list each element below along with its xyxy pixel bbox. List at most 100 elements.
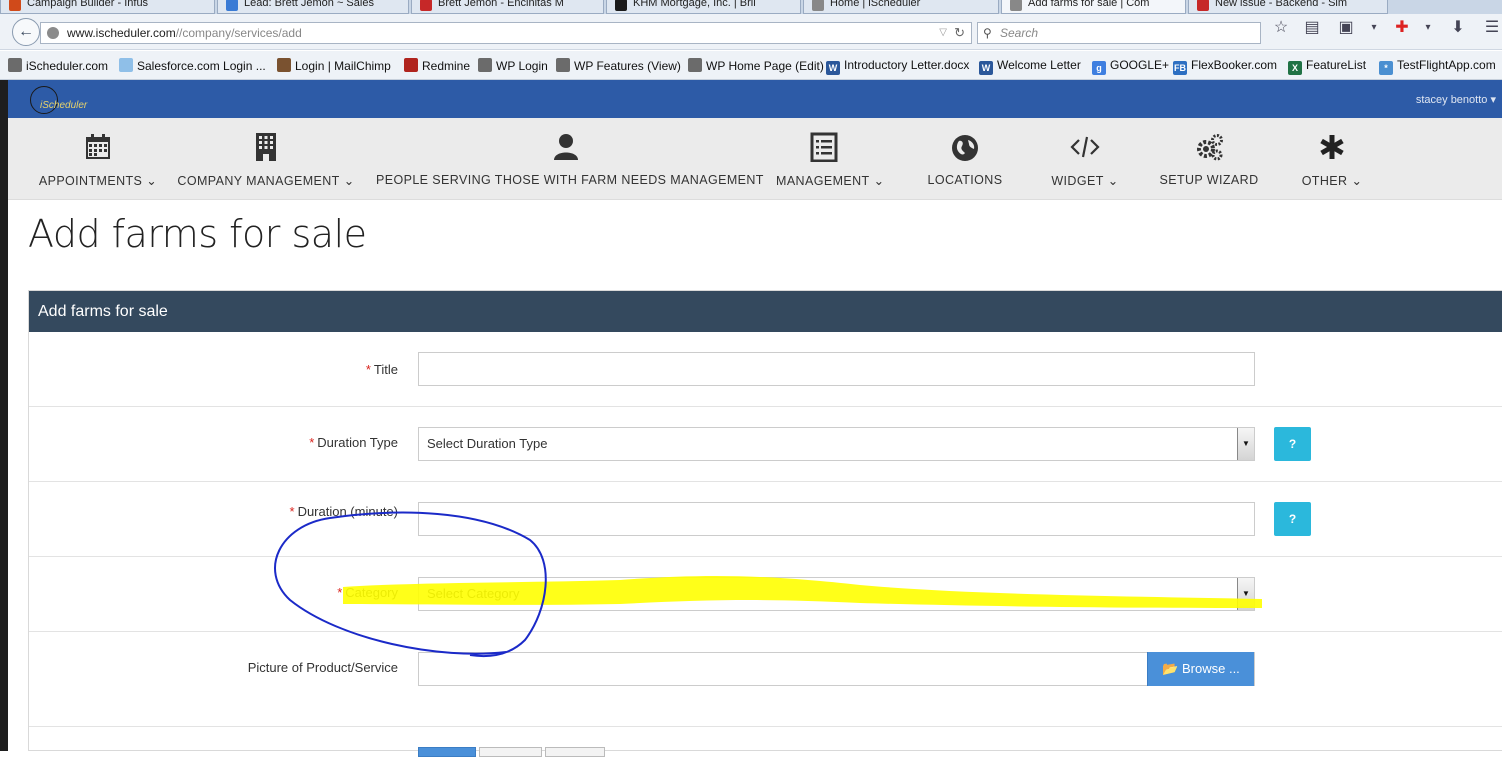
required-mark: * (309, 435, 315, 450)
save-icon[interactable]: ▣ (1336, 18, 1356, 38)
browser-tab[interactable]: Campaign Builder - Infus (0, 0, 215, 14)
search-icon: ⚲ (983, 26, 992, 40)
tab-title: Brett Jemon - Encinitas M (438, 0, 564, 9)
bookmark-item[interactable]: * TestFlightApp.com (1379, 58, 1496, 75)
nav-item-locations[interactable]: LOCATIONS (914, 118, 1016, 200)
asterisk-icon (1317, 132, 1347, 162)
back-arrow-icon[interactable]: ← (12, 18, 40, 46)
dropdown-arrow-icon[interactable]: ▾ (1364, 18, 1384, 38)
bookmark-item[interactable]: Salesforce.com Login ... (119, 58, 266, 73)
nav-item-people-serving-those-with-farm-needs-management[interactable]: PEOPLE SERVING THOSE WITH FARM NEEDS MAN… (376, 118, 764, 200)
bookmark-label: Redmine (422, 59, 471, 73)
select-arrow-icon[interactable]: ▼ (1237, 578, 1254, 610)
browser-tab[interactable]: New issue - Backend - Sim (1188, 0, 1388, 14)
bookmark-item[interactable]: Login | MailChimp (277, 58, 391, 73)
bookmark-item[interactable]: iScheduler.com (8, 58, 108, 73)
nav-item-label: SETUP WIZARD (1159, 173, 1259, 187)
nav-item-label: PEOPLE SERVING THOSE WITH FARM NEEDS MAN… (376, 173, 764, 187)
duration-input[interactable] (418, 502, 1255, 536)
browser-tab[interactable]: Lead: Brett Jemon ~ Sales (217, 0, 409, 14)
category-select[interactable]: Select Category ▼ (418, 577, 1255, 611)
bookmark-item[interactable]: WP Features (View) (556, 58, 681, 73)
bookmark-item[interactable]: FB FlexBooker.com (1173, 58, 1277, 75)
address-bar[interactable]: www.ischeduler.com//company/services/add… (40, 22, 972, 44)
bookmark-label: iScheduler.com (26, 59, 109, 73)
nav-item-company-management[interactable]: COMPANY MANAGEMENT ⌄ (176, 118, 356, 200)
bookmark-label: FlexBooker.com (1191, 58, 1278, 72)
gears-icon (1194, 132, 1224, 162)
submit-button[interactable] (418, 747, 476, 757)
addon-cross-icon[interactable]: ✚ (1392, 18, 1412, 38)
reload-icon[interactable]: ↻ (954, 23, 965, 43)
dropdown-arrow-icon[interactable]: ▾ (1418, 18, 1438, 38)
search-placeholder: Search (1000, 26, 1039, 40)
nav-item-label: COMPANY MANAGEMENT ⌄ (177, 174, 355, 188)
list-icon (809, 132, 839, 163)
tab-favicon-icon (420, 0, 432, 11)
logo-text: iScheduler (40, 100, 88, 111)
picture-file-input[interactable]: 📂 Browse ... (418, 652, 1255, 686)
nav-item-other[interactable]: OTHER ⌄ (1292, 118, 1372, 200)
tab-favicon-icon (1010, 0, 1022, 11)
form-panel: Add farms for sale * Title * Duration Type… (28, 290, 1502, 757)
nav-item-widget[interactable]: WIDGET ⌄ (1040, 118, 1130, 200)
tab-title: Campaign Builder - Infus (27, 0, 149, 9)
duration-type-help-button[interactable]: ? (1274, 427, 1311, 461)
main-nav: APPOINTMENTS ⌄ COMPANY MANAGEMENT ⌄ PEOPLE S… (8, 118, 1502, 200)
duration-label: * Duration (minute) (289, 504, 399, 519)
bookmark-label: FeatureList (1306, 58, 1367, 72)
bookmark-item[interactable]: X FeatureList (1288, 58, 1366, 75)
browser-search-input[interactable]: ⚲ Search (977, 22, 1261, 44)
bookmark-favicon-icon (478, 58, 492, 72)
bookmark-item[interactable]: W Welcome Letter (979, 58, 1081, 75)
title-input[interactable] (418, 352, 1255, 386)
nav-item-label: LOCATIONS (927, 173, 1003, 187)
bookmark-item[interactable]: g GOOGLE+ (1092, 58, 1169, 75)
required-mark: * (289, 504, 295, 519)
secondary-button[interactable] (479, 747, 542, 757)
bookmark-favicon-icon (688, 58, 702, 72)
bookmark-item[interactable]: WP Home Page (Edit) (688, 58, 824, 73)
duration-type-select[interactable]: Select Duration Type ▼ (418, 427, 1255, 461)
bookmark-favicon-icon (119, 58, 133, 72)
nav-item-appointments[interactable]: APPOINTMENTS ⌄ (28, 118, 168, 200)
tab-title: Home | iScheduler (830, 0, 921, 9)
form-row-picture: Picture of Product/Service 📂 Browse ... (29, 632, 1502, 727)
nav-item-label: MANAGEMENT ⌄ (776, 174, 885, 188)
bookmark-label: WP Login (496, 59, 548, 73)
url-dropdown-icon[interactable]: ▽ (939, 23, 947, 43)
picture-label: Picture of Product/Service (247, 660, 398, 675)
duration-help-button[interactable]: ? (1274, 502, 1311, 536)
chevron-down-icon: ⌄ (1351, 174, 1363, 188)
tertiary-button[interactable] (545, 747, 605, 757)
user-name: stacey benotto (1415, 94, 1488, 106)
bookmarks-bar: iScheduler.com Salesforce.com Login ... Lo… (0, 51, 1502, 80)
required-mark: * (365, 362, 371, 377)
browse-button[interactable]: 📂 Browse ... (1147, 652, 1254, 686)
bookmark-item[interactable]: WP Login (478, 58, 548, 73)
bookmark-item[interactable]: W Introductory Letter.docx (826, 58, 969, 75)
bookmark-item[interactable]: Redmine (404, 58, 470, 73)
user-menu[interactable]: stacey benotto ▾ (1416, 93, 1496, 106)
title-label: * Title (365, 362, 398, 377)
form-row-duration: * Duration (minute) ? (29, 482, 1502, 557)
ischeduler-logo[interactable]: iScheduler (30, 84, 102, 114)
select-arrow-icon[interactable]: ▼ (1237, 428, 1254, 460)
browser-tab[interactable]: Brett Jemon - Encinitas M (411, 0, 604, 14)
browser-tab[interactable]: KHM Mortgage, Inc. | Bril (606, 0, 801, 14)
form-row-category: * Category Select Category ▼ (29, 557, 1502, 632)
reading-list-icon[interactable]: ▤ (1302, 18, 1322, 38)
nav-item-setup-wizard[interactable]: SETUP WIZARD (1150, 118, 1268, 200)
nav-item-label: OTHER ⌄ (1301, 174, 1363, 188)
panel-title: Add farms for sale (29, 291, 1502, 332)
bookmark-star-icon[interactable]: ☆ (1271, 18, 1291, 38)
browser-tab[interactable]: Add farms for sale | Com (1001, 0, 1186, 14)
browser-tab[interactable]: Home | iScheduler (803, 0, 999, 14)
bookmark-label: Introductory Letter.docx (844, 58, 970, 72)
download-icon[interactable]: ⬇ (1448, 18, 1468, 38)
nav-item-management[interactable]: MANAGEMENT ⌄ (776, 118, 885, 200)
bookmark-favicon-icon: W (979, 61, 993, 75)
menu-icon[interactable]: ☰ (1482, 18, 1502, 38)
required-mark: * (337, 585, 343, 600)
folder-open-icon: 📂 (1162, 661, 1179, 676)
